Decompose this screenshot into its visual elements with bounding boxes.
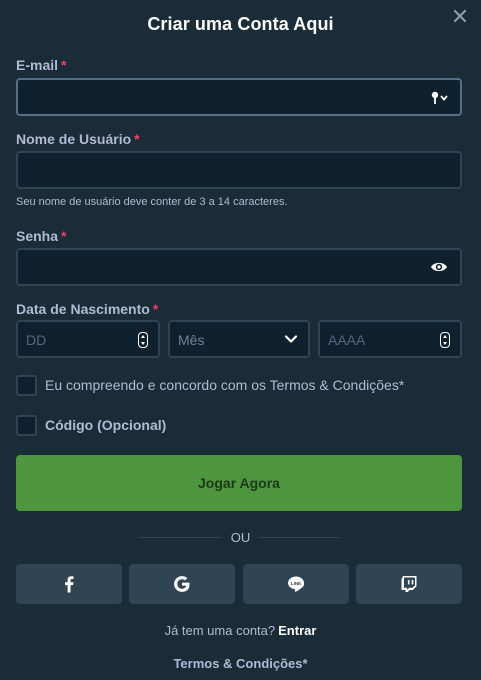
- year-stepper-icon[interactable]: [440, 332, 450, 348]
- month-selected-value: Mês: [178, 332, 205, 348]
- birthdate-label-text: Data de Nascimento: [16, 301, 150, 317]
- birthdate-label: Data de Nascimento *: [16, 301, 158, 317]
- password-label: Senha *: [16, 228, 66, 244]
- signin-prompt: Já tem uma conta? Entrar: [0, 623, 481, 638]
- twitch-icon: [401, 576, 417, 592]
- google-icon: [174, 576, 190, 592]
- terms-checkbox-label: Eu compreendo e concordo com os Termos &…: [45, 377, 405, 393]
- day-stepper-icon[interactable]: [138, 332, 148, 348]
- year-placeholder: AAAA: [328, 332, 366, 348]
- twitch-login-button[interactable]: [356, 564, 462, 604]
- required-mark: *: [134, 131, 140, 147]
- password-field[interactable]: [16, 248, 462, 286]
- day-placeholder: DD: [26, 332, 47, 348]
- svg-text:LINE: LINE: [291, 581, 301, 586]
- email-field[interactable]: [16, 78, 462, 116]
- google-login-button[interactable]: [129, 564, 235, 604]
- line-icon: LINE: [288, 576, 305, 592]
- signin-prompt-text: Já tem uma conta?: [164, 623, 276, 638]
- day-field[interactable]: DD: [16, 320, 160, 358]
- facebook-login-button[interactable]: [16, 564, 122, 604]
- username-label-text: Nome de Usuário: [16, 131, 132, 147]
- or-divider: OU: [230, 530, 251, 545]
- chevron-down-icon: [284, 335, 298, 343]
- required-mark: *: [61, 228, 67, 244]
- required-mark: *: [152, 301, 159, 317]
- close-icon[interactable]: ✕: [449, 6, 471, 28]
- code-checkbox[interactable]: [16, 415, 37, 436]
- divider-line-right: [258, 537, 340, 538]
- terms-checkbox[interactable]: [16, 375, 37, 396]
- email-label-text: E-mail: [16, 57, 59, 73]
- signin-link[interactable]: Entrar: [278, 623, 316, 638]
- username-hint: Seu nome de usuário deve conter de 3 a 1…: [16, 196, 288, 208]
- create-account-modal: Criar uma Conta Aqui ✕ E-mail * Nome de U…: [0, 0, 481, 680]
- username-label: Nome de Usuário *: [16, 131, 140, 147]
- play-now-button[interactable]: Jogar Agora: [16, 455, 462, 511]
- eye-icon[interactable]: [430, 259, 448, 275]
- password-label-text: Senha: [16, 228, 59, 244]
- modal-title: Criar uma Conta Aqui: [147, 14, 334, 34]
- terms-link[interactable]: Termos & Condições*: [0, 656, 481, 671]
- email-label: E-mail *: [16, 57, 66, 73]
- line-login-button[interactable]: LINE: [243, 564, 349, 604]
- facebook-icon: [65, 576, 74, 593]
- username-field[interactable]: [16, 151, 462, 189]
- code-checkbox-label: Código (Opcional): [45, 417, 167, 433]
- year-field[interactable]: AAAA: [318, 320, 462, 358]
- month-select[interactable]: Mês: [168, 320, 310, 358]
- required-mark: *: [61, 57, 67, 73]
- key-icon[interactable]: [430, 90, 450, 106]
